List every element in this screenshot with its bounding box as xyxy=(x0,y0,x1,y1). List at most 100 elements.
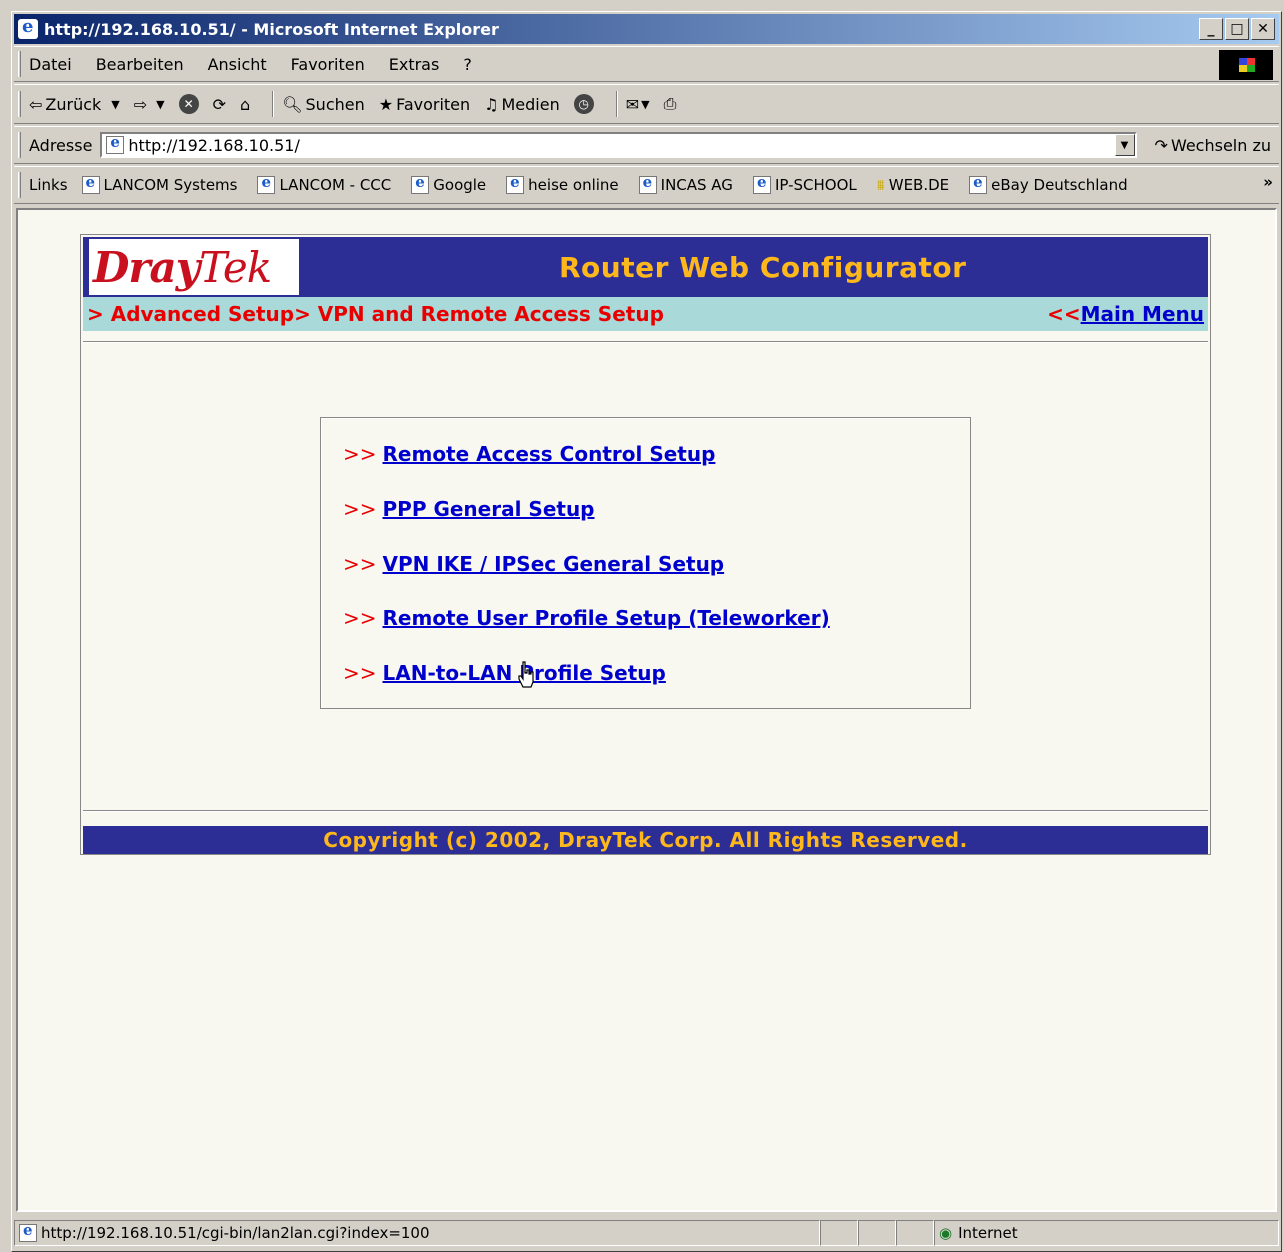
hand-cursor-icon xyxy=(518,661,534,688)
maximize-button[interactable]: □ xyxy=(1225,18,1249,40)
breadcrumb-path: > Advanced Setup> VPN and Remote Access … xyxy=(87,302,664,326)
main-menu-link[interactable]: Main Menu xyxy=(1081,302,1204,326)
main-menu-prefix: << xyxy=(1047,302,1081,326)
address-dropdown-button[interactable]: ▼ xyxy=(1114,134,1135,156)
links-bar: Links LANCOM Systems LANCOM - CCC Google… xyxy=(14,166,1279,204)
menu-extras[interactable]: Extras xyxy=(389,55,440,74)
mail-button[interactable]: ✉ ▼ xyxy=(626,95,650,114)
link-page-icon xyxy=(506,173,525,194)
link-ip-school[interactable]: IP-SCHOOL xyxy=(752,173,857,194)
forward-arrow-icon: ⇨ xyxy=(133,94,148,114)
go-button[interactable]: ↷ Wechseln zu xyxy=(1155,136,1271,155)
main-menu-nav: <<Main Menu xyxy=(1047,302,1204,326)
minimize-button[interactable]: _ xyxy=(1199,18,1223,40)
link-heise-online[interactable]: heise online xyxy=(506,173,619,194)
menu-favoriten[interactable]: Favoriten xyxy=(291,55,365,74)
link-lancom-ccc[interactable]: LANCOM - CCC xyxy=(257,173,391,194)
web-de-icon: ⩩ xyxy=(876,176,885,194)
address-input[interactable]: http://192.168.10.51/ xyxy=(100,132,1137,158)
link-label: INCAS AG xyxy=(660,176,733,194)
ppp-general-setup-link[interactable]: PPP General Setup xyxy=(383,497,595,521)
back-dropdown-icon[interactable]: ▼ xyxy=(111,98,119,111)
toolbar-grip[interactable] xyxy=(18,172,21,198)
link-label: eBay Deutschland xyxy=(991,176,1128,194)
menu-item: >> Remote Access Control Setup xyxy=(343,442,715,466)
menu-datei[interactable]: Datei xyxy=(29,55,72,74)
media-label: Medien xyxy=(501,94,560,114)
ie-logo-icon xyxy=(18,16,38,39)
menu-arrow: >> xyxy=(343,442,377,466)
menu-bearbeiten[interactable]: Bearbeiten xyxy=(96,55,184,74)
search-button[interactable]: 🔍︎ Suchen xyxy=(282,95,365,114)
logo-part-1: Dray xyxy=(93,242,200,292)
media-icon: ♫ xyxy=(484,94,499,114)
links-label: Links xyxy=(29,176,68,194)
close-button[interactable]: ✕ xyxy=(1251,18,1275,40)
print-button[interactable]: ⎙ xyxy=(664,94,677,114)
page-title: Router Web Configurator xyxy=(559,251,967,284)
link-web-de[interactable]: ⩩ WEB.DE xyxy=(877,176,949,194)
menu-help[interactable]: ? xyxy=(463,55,472,74)
refresh-icon: ⟳ xyxy=(212,94,227,114)
vpn-ike-ipsec-setup-link[interactable]: VPN IKE / IPSec General Setup xyxy=(383,552,725,576)
links-overflow-icon[interactable]: » xyxy=(1263,173,1273,191)
link-page-icon xyxy=(969,173,988,194)
link-page-icon xyxy=(411,173,430,194)
history-button[interactable]: ◷ xyxy=(573,94,594,114)
divider xyxy=(83,341,1208,343)
address-label: Adresse xyxy=(29,135,93,155)
menu-item: >> Remote User Profile Setup (Teleworker) xyxy=(343,606,830,630)
status-page-icon xyxy=(19,1221,37,1242)
breadcrumb: > Advanced Setup> VPN and Remote Access … xyxy=(83,297,1208,331)
address-bar: Adresse http://192.168.10.51/ ▼ ↷ Wechse… xyxy=(14,126,1279,164)
link-page-icon xyxy=(257,173,276,194)
menu-item: >> LAN-to-LAN Profile Setup xyxy=(343,661,666,685)
go-label: Wechseln zu xyxy=(1170,135,1271,155)
media-button[interactable]: ♫ Medien xyxy=(484,95,560,114)
status-cell xyxy=(896,1220,934,1246)
favorites-label: Favoriten xyxy=(396,94,471,114)
forward-button[interactable]: ⇨ ▼ xyxy=(134,95,165,114)
remote-access-control-setup-link[interactable]: Remote Access Control Setup xyxy=(383,442,716,466)
link-page-icon xyxy=(638,173,657,194)
toolbar-separator xyxy=(615,91,618,117)
toolbar-grip[interactable] xyxy=(18,51,21,77)
search-icon: 🔍︎ xyxy=(282,94,303,114)
browser-window: http://192.168.10.51/ - Microsoft Intern… xyxy=(11,11,1282,1252)
title-bar[interactable]: http://192.168.10.51/ - Microsoft Intern… xyxy=(14,14,1279,44)
menu-item: >> VPN IKE / IPSec General Setup xyxy=(343,552,724,576)
menu-ansicht[interactable]: Ansicht xyxy=(208,55,267,74)
draytek-logo: Dray Tek xyxy=(89,239,299,295)
history-icon: ◷ xyxy=(573,94,594,114)
print-icon: ⎙ xyxy=(663,94,677,113)
remote-user-profile-setup-link[interactable]: Remote User Profile Setup (Teleworker) xyxy=(383,606,830,630)
window-controls: _ □ ✕ xyxy=(1199,18,1275,40)
refresh-button[interactable]: ⟳ xyxy=(213,95,226,114)
status-zone: Internet xyxy=(958,1224,1018,1242)
link-lancom-systems[interactable]: LANCOM Systems xyxy=(81,173,237,194)
link-label: WEB.DE xyxy=(888,176,950,194)
menu-arrow: >> xyxy=(343,497,377,521)
link-google[interactable]: Google xyxy=(411,173,487,194)
go-arrow-icon: ↷ xyxy=(1154,135,1168,155)
page-header: Dray Tek Router Web Configurator xyxy=(83,237,1208,297)
mail-dropdown-icon[interactable]: ▼ xyxy=(641,98,649,111)
link-page-icon xyxy=(81,173,100,194)
link-ebay-deutschland[interactable]: eBay Deutschland xyxy=(969,173,1128,194)
home-button[interactable]: ⌂ xyxy=(240,95,250,114)
link-label: Google xyxy=(433,176,487,194)
logo-part-2: Tek xyxy=(199,242,272,292)
back-button[interactable]: ⇦ Zurück ▼ xyxy=(29,95,120,114)
status-url-cell: http://192.168.10.51/cgi-bin/lan2lan.cgi… xyxy=(14,1220,820,1246)
divider xyxy=(83,810,1208,812)
back-label: Zurück xyxy=(45,94,102,114)
link-label: IP-SCHOOL xyxy=(774,176,857,194)
toolbar-grip[interactable] xyxy=(18,132,21,158)
toolbar-grip[interactable] xyxy=(18,91,21,117)
vpn-setup-menu: >> Remote Access Control Setup >> PPP Gene… xyxy=(320,417,971,709)
forward-dropdown-icon[interactable]: ▼ xyxy=(156,98,164,111)
favorites-button[interactable]: ★ Favoriten xyxy=(379,95,470,114)
stop-button[interactable]: ✕ xyxy=(178,94,199,114)
link-incas-ag[interactable]: INCAS AG xyxy=(638,173,733,194)
favorites-icon: ★ xyxy=(378,94,394,114)
